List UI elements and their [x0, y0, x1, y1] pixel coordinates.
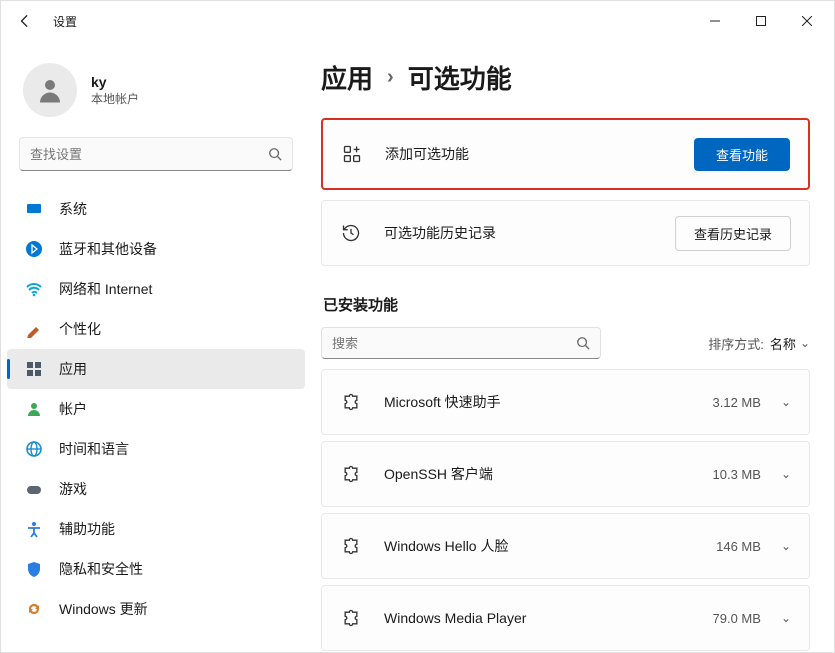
filter-row: 排序方式: 名称 ⌄	[321, 327, 810, 359]
sidebar-item-label: 系统	[59, 199, 87, 219]
feature-search-input[interactable]	[332, 336, 576, 351]
sidebar-search-input[interactable]	[30, 147, 268, 162]
history-icon	[340, 222, 362, 244]
user-sub: 本地帐户	[91, 90, 139, 107]
sidebar-item-globe[interactable]: 时间和语言	[7, 429, 305, 469]
feature-size: 10.3 MB	[713, 467, 761, 482]
feature-name: Windows Media Player	[384, 610, 713, 626]
sidebar-item-label: 蓝牙和其他设备	[59, 239, 157, 259]
sidebar-item-apps[interactable]: 应用	[7, 349, 305, 389]
sort-value: 名称	[770, 334, 796, 353]
feature-row[interactable]: Microsoft 快速助手 3.12 MB ⌄	[321, 369, 810, 435]
system-icon	[25, 200, 43, 218]
game-icon	[25, 480, 43, 498]
sidebar-item-label: 网络和 Internet	[59, 279, 152, 299]
sidebar-item-label: 时间和语言	[59, 439, 129, 459]
sidebar-item-brush[interactable]: 个性化	[7, 309, 305, 349]
puzzle-icon	[340, 463, 362, 485]
globe-icon	[25, 440, 43, 458]
titlebar: 设置	[1, 1, 834, 41]
sidebar-item-label: 个性化	[59, 319, 101, 339]
sidebar: ky 本地帐户 系统 蓝牙和其他设备 网络和 Internet 个性化 应用 帐…	[1, 41, 311, 652]
feature-row[interactable]: Windows Media Player 79.0 MB ⌄	[321, 585, 810, 651]
person-icon	[25, 400, 43, 418]
user-block[interactable]: ky 本地帐户	[1, 49, 311, 137]
avatar	[23, 63, 77, 117]
sidebar-item-game[interactable]: 游戏	[7, 469, 305, 509]
minimize-button[interactable]	[692, 1, 738, 41]
sidebar-item-shield[interactable]: 隐私和安全性	[7, 549, 305, 589]
sidebar-item-bt[interactable]: 蓝牙和其他设备	[7, 229, 305, 269]
maximize-icon	[756, 16, 766, 26]
search-icon	[268, 147, 282, 161]
back-button[interactable]	[5, 1, 45, 41]
feature-row[interactable]: Windows Hello 人脸 146 MB ⌄	[321, 513, 810, 579]
sort-dropdown[interactable]: 排序方式: 名称 ⌄	[708, 334, 810, 353]
puzzle-icon	[340, 391, 362, 413]
sidebar-item-label: Windows 更新	[59, 599, 148, 619]
breadcrumb-sep-icon: ›	[387, 66, 394, 89]
brush-icon	[25, 320, 43, 338]
installed-heading: 已安装功能	[323, 294, 810, 315]
close-icon	[802, 16, 812, 26]
bt-icon	[25, 240, 43, 258]
breadcrumb-current: 可选功能	[408, 59, 512, 96]
sidebar-search[interactable]	[19, 137, 293, 171]
chevron-down-icon: ⌄	[781, 467, 791, 481]
puzzle-icon	[340, 607, 362, 629]
sidebar-item-label: 帐户	[59, 399, 87, 419]
apps-icon	[25, 360, 43, 378]
sidebar-item-system[interactable]: 系统	[7, 189, 305, 229]
chevron-down-icon: ⌄	[781, 395, 791, 409]
history-card: 可选功能历史记录 查看历史记录	[321, 200, 810, 266]
access-icon	[25, 520, 43, 538]
person-icon	[35, 75, 65, 105]
sidebar-item-label: 辅助功能	[59, 519, 115, 539]
feature-name: Microsoft 快速助手	[384, 392, 713, 412]
add-feature-icon	[341, 143, 363, 165]
feature-size: 79.0 MB	[713, 611, 761, 626]
maximize-button[interactable]	[738, 1, 784, 41]
nav-list: 系统 蓝牙和其他设备 网络和 Internet 个性化 应用 帐户 时间和语言 …	[1, 189, 311, 629]
main: 应用 › 可选功能 添加可选功能 查看功能 可选功能历史记录 查看历史记录 已安…	[311, 41, 834, 652]
puzzle-icon	[340, 535, 362, 557]
sort-label: 排序方式:	[708, 334, 764, 353]
update-icon	[25, 600, 43, 618]
view-features-button[interactable]: 查看功能	[694, 138, 790, 171]
sidebar-item-update[interactable]: Windows 更新	[7, 589, 305, 629]
chevron-down-icon: ⌄	[800, 336, 810, 350]
view-history-button[interactable]: 查看历史记录	[675, 216, 791, 251]
user-name: ky	[91, 74, 139, 90]
wifi-icon	[25, 280, 43, 298]
sidebar-item-label: 游戏	[59, 479, 87, 499]
add-feature-card: 添加可选功能 查看功能	[321, 118, 810, 190]
sidebar-item-wifi[interactable]: 网络和 Internet	[7, 269, 305, 309]
search-icon	[576, 336, 590, 350]
feature-name: OpenSSH 客户端	[384, 464, 713, 484]
shield-icon	[25, 560, 43, 578]
chevron-down-icon: ⌄	[781, 611, 791, 625]
history-title: 可选功能历史记录	[384, 223, 675, 243]
close-button[interactable]	[784, 1, 830, 41]
breadcrumb: 应用 › 可选功能	[321, 59, 810, 96]
feature-row[interactable]: OpenSSH 客户端 10.3 MB ⌄	[321, 441, 810, 507]
feature-size: 3.12 MB	[713, 395, 761, 410]
back-icon	[18, 14, 32, 28]
sidebar-item-person[interactable]: 帐户	[7, 389, 305, 429]
breadcrumb-parent[interactable]: 应用	[321, 59, 373, 96]
feature-size: 146 MB	[716, 539, 761, 554]
window-title: 设置	[53, 13, 77, 30]
feature-list: Microsoft 快速助手 3.12 MB ⌄ OpenSSH 客户端 10.…	[321, 369, 810, 651]
sidebar-item-access[interactable]: 辅助功能	[7, 509, 305, 549]
window-controls	[692, 1, 830, 41]
feature-name: Windows Hello 人脸	[384, 536, 716, 556]
sidebar-item-label: 应用	[59, 359, 87, 379]
minimize-icon	[710, 16, 720, 26]
sidebar-item-label: 隐私和安全性	[59, 559, 143, 579]
add-feature-title: 添加可选功能	[385, 144, 694, 164]
chevron-down-icon: ⌄	[781, 539, 791, 553]
feature-search[interactable]	[321, 327, 601, 359]
